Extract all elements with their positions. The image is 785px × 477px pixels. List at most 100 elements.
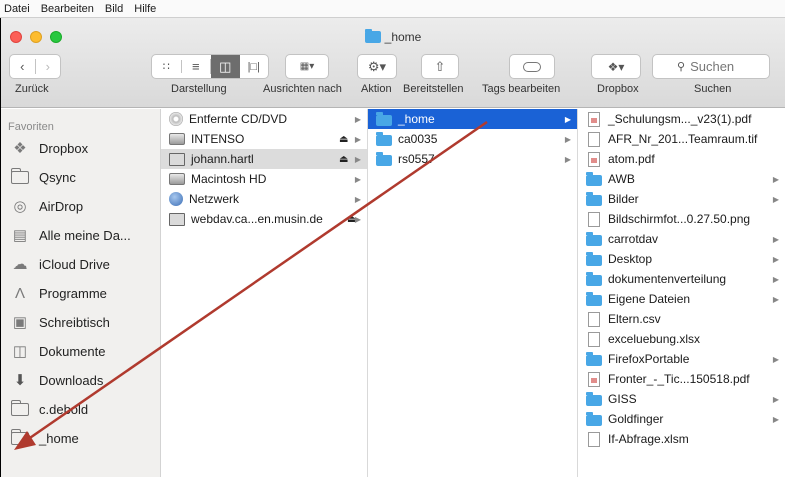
- sidebar-item-all-files[interactable]: ▤ Alle meine Da...: [9, 222, 131, 248]
- search-field[interactable]: ⚲ Suchen: [652, 54, 770, 79]
- list-item[interactable]: Entfernte CD/DVD ▶: [161, 109, 367, 129]
- chevron-right-icon: ▶: [354, 214, 361, 224]
- list-item[interactable]: AFR_Nr_201...Teamraum.tif: [578, 129, 785, 149]
- list-item[interactable]: webdav.ca...en.musin.de ⏏ ▶: [161, 209, 367, 229]
- chevron-right-icon: ▶: [772, 394, 779, 404]
- list-item[interactable]: If-Abfrage.xlsm: [578, 429, 785, 449]
- chevron-right-icon: ▶: [772, 294, 779, 304]
- menu-bearbeiten[interactable]: Bearbeiten: [41, 3, 94, 15]
- view-switcher[interactable]: ∷ ≡ ◫ |□|: [151, 54, 269, 79]
- list-item[interactable]: Eltern.csv: [578, 309, 785, 329]
- list-item[interactable]: exceluebung.xlsx: [578, 329, 785, 349]
- search-placeholder: Suchen: [690, 59, 735, 74]
- sidebar-item-dokumente[interactable]: ◫ Dokumente: [9, 338, 106, 364]
- sidebar-item-programme[interactable]: Λ Programme: [9, 280, 107, 306]
- arrange-label: Ausrichten nach: [263, 83, 342, 95]
- image-file-icon: [588, 211, 600, 227]
- folder-icon: [586, 411, 602, 426]
- sidebar-item-dropbox[interactable]: ❖ Dropbox: [9, 135, 88, 161]
- forward-icon[interactable]: ›: [36, 59, 61, 74]
- csv-file-icon: [588, 311, 600, 327]
- all-files-icon: ▤: [12, 227, 28, 244]
- sidebar-item-schreibtisch[interactable]: ▣ Schreibtisch: [9, 309, 110, 335]
- action-label: Aktion: [361, 83, 392, 95]
- dropbox-icon: ❖: [13, 140, 27, 157]
- list-item[interactable]: Macintosh HD ▶: [161, 169, 367, 189]
- chevron-right-icon: ▶: [772, 354, 779, 364]
- arrange-button[interactable]: ▦▾: [285, 54, 329, 79]
- sidebar-item-c-debold[interactable]: c.debold: [9, 396, 88, 422]
- sidebar: Favoriten ❖ Dropbox Qsync ◎ AirDrop ▤ Alle …: [1, 109, 161, 477]
- list-view-icon[interactable]: ≡: [182, 59, 211, 74]
- pdf-file-icon: [588, 371, 600, 387]
- list-item[interactable]: rs0557 ▶: [368, 149, 577, 169]
- list-item[interactable]: dokumentenverteilung ▶: [578, 269, 785, 289]
- menu-bild[interactable]: Bild: [105, 3, 123, 15]
- menu-datei[interactable]: Datei: [4, 3, 30, 15]
- chevron-right-icon: ▶: [772, 174, 779, 184]
- sidebar-item-home[interactable]: _home: [9, 425, 79, 451]
- list-item[interactable]: Eigene Dateien ▶: [578, 289, 785, 309]
- list-item[interactable]: Netzwerk ▶: [161, 189, 367, 209]
- network-drive-icon: [169, 212, 185, 226]
- folder-icon: [586, 231, 602, 246]
- list-item[interactable]: AWB ▶: [578, 169, 785, 189]
- dropbox-icon: ❖▾: [607, 59, 625, 74]
- sidebar-item-qsync[interactable]: Qsync: [9, 164, 76, 190]
- list-item[interactable]: GISS ▶: [578, 389, 785, 409]
- view-label: Darstellung: [171, 83, 227, 95]
- list-item[interactable]: atom.pdf: [578, 149, 785, 169]
- action-button[interactable]: ⚙▾: [357, 54, 397, 79]
- sidebar-item-downloads[interactable]: ⬇ Downloads: [9, 367, 104, 393]
- folder-icon: [376, 151, 392, 166]
- chevron-right-icon: ▶: [772, 234, 779, 244]
- search-icon: ⚲: [677, 61, 686, 73]
- list-item[interactable]: Bildschirmfot...0.27.50.png: [578, 209, 785, 229]
- dropbox-button[interactable]: ❖▾: [591, 54, 641, 79]
- chevron-right-icon: ▶: [354, 114, 361, 124]
- gallery-view-icon[interactable]: |□|: [240, 61, 269, 73]
- menu-bar: Datei Bearbeiten Bild Hilfe: [0, 0, 785, 18]
- folder-icon: [586, 251, 602, 266]
- drive-icon: [169, 133, 185, 145]
- eject-icon[interactable]: ⏏: [339, 154, 348, 165]
- downloads-icon: ⬇: [13, 372, 27, 389]
- chevron-right-icon: ▶: [564, 154, 571, 164]
- column-home: _home ▶ ca0035 ▶ rs0557 ▶: [368, 109, 578, 477]
- search-label: Suchen: [694, 83, 732, 95]
- applications-icon: Λ: [14, 284, 26, 302]
- airdrop-icon: ◎: [13, 198, 27, 215]
- eject-icon[interactable]: ⏏: [339, 134, 348, 145]
- list-item-selected[interactable]: johann.hartl ⏏ ▶: [161, 149, 367, 169]
- tag-icon: [523, 61, 541, 72]
- list-item[interactable]: Bilder ▶: [578, 189, 785, 209]
- list-item[interactable]: INTENSO ⏏ ▶: [161, 129, 367, 149]
- title-toolbar: _home ‹ › Zurück ∷ ≡ ◫ |□| Darstellung ▦…: [1, 18, 785, 108]
- list-item[interactable]: _Schulungsm..._v23(1).pdf: [578, 109, 785, 129]
- chevron-right-icon: ▶: [772, 254, 779, 264]
- tags-button[interactable]: [509, 54, 555, 79]
- tags-label: Tags bearbeiten: [482, 83, 561, 95]
- list-item[interactable]: ca0035 ▶: [368, 129, 577, 149]
- folder-icon: [586, 271, 602, 286]
- back-forward-buttons[interactable]: ‹ ›: [9, 54, 61, 79]
- share-button[interactable]: ⇧: [421, 54, 459, 79]
- list-item[interactable]: carrotdav ▶: [578, 229, 785, 249]
- sidebar-item-airdrop[interactable]: ◎ AirDrop: [9, 193, 83, 219]
- list-item-selected[interactable]: _home ▶: [368, 109, 577, 129]
- list-item[interactable]: Fronter_-_Tic...150518.pdf: [578, 369, 785, 389]
- list-item[interactable]: FirefoxPortable ▶: [578, 349, 785, 369]
- icon-view-icon[interactable]: ∷: [152, 60, 182, 73]
- sidebar-item-icloud[interactable]: ☁ iCloud Drive: [9, 251, 110, 277]
- list-item[interactable]: Desktop ▶: [578, 249, 785, 269]
- folder-icon: [586, 351, 602, 366]
- folder-icon: [376, 131, 392, 146]
- back-icon[interactable]: ‹: [10, 59, 36, 74]
- cd-icon: [169, 112, 183, 126]
- column-devices: Entfernte CD/DVD ▶ INTENSO ⏏ ▶ johann.hartl…: [161, 109, 368, 477]
- column-view-icon[interactable]: ◫: [211, 55, 240, 78]
- folder-icon: [364, 29, 381, 43]
- list-item[interactable]: Goldfinger ▶: [578, 409, 785, 429]
- folder-icon: [9, 399, 31, 418]
- menu-hilfe[interactable]: Hilfe: [134, 3, 156, 15]
